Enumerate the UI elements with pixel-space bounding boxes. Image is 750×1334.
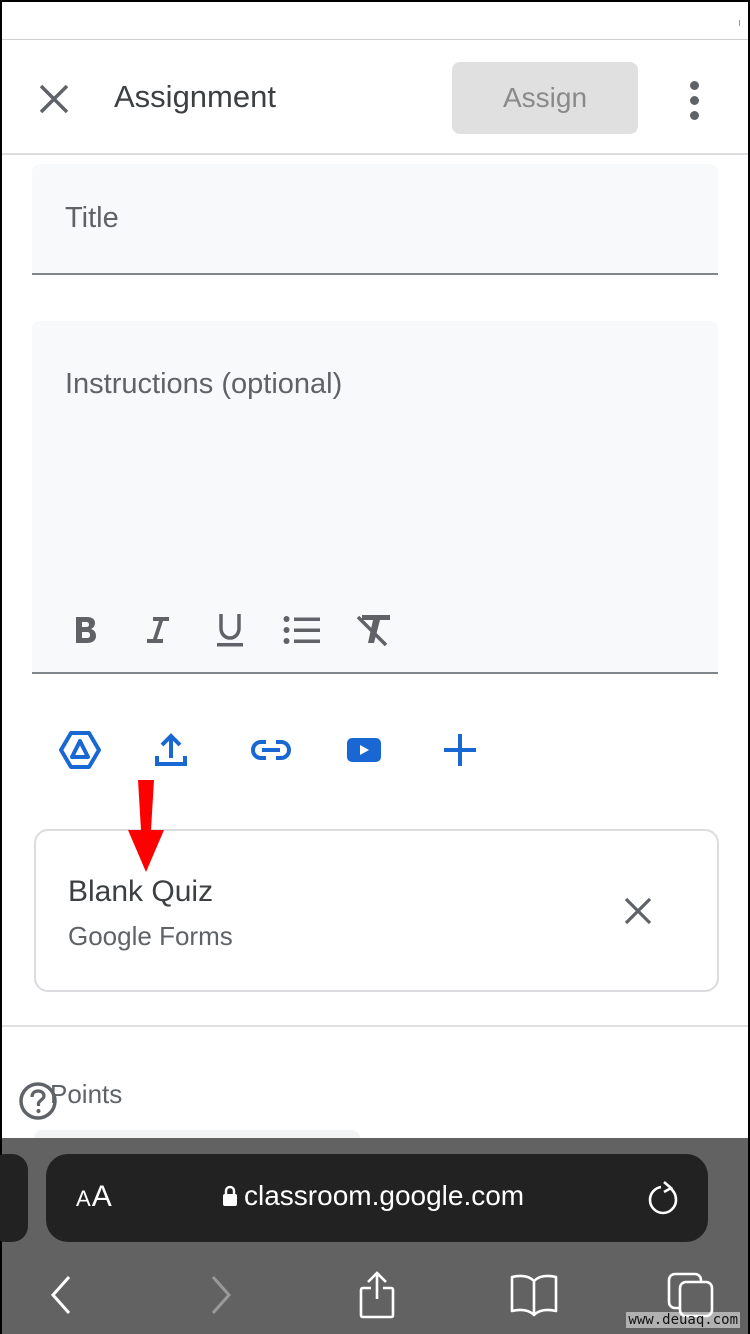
bulleted-list-icon — [283, 616, 320, 644]
share-icon — [359, 1271, 395, 1319]
title-input[interactable]: Title — [32, 164, 718, 275]
bookmarks-icon — [510, 1274, 558, 1317]
assign-button[interactable]: Assign — [452, 62, 638, 134]
create-button[interactable] — [438, 722, 534, 778]
more-vert-icon-dot — [689, 110, 699, 120]
clear-formatting-button[interactable] — [338, 606, 410, 654]
plus-icon — [444, 734, 476, 766]
google-drive-button[interactable] — [54, 722, 150, 778]
italic-icon — [147, 617, 169, 643]
text-size-large-a: A — [91, 1180, 113, 1213]
google-drive-icon — [59, 731, 101, 769]
youtube-button[interactable] — [342, 722, 438, 778]
points-label: Points — [50, 1079, 123, 1109]
italic-button[interactable] — [122, 606, 194, 654]
link-button[interactable] — [246, 722, 342, 778]
previous-tab-peek[interactable] — [0, 1154, 28, 1242]
bulleted-list-button[interactable] — [266, 606, 338, 654]
clear-formatting-icon — [356, 615, 390, 647]
status-strip — [2, 2, 748, 40]
url-text: classroom.google.com — [244, 1180, 525, 1211]
instructions-input[interactable]: Instructions (optional) — [32, 321, 718, 674]
url-display[interactable]: classroom.google.com — [222, 1180, 524, 1212]
share-button[interactable] — [352, 1270, 402, 1320]
underline-icon — [217, 614, 243, 647]
title-placeholder: Title — [65, 202, 119, 234]
attachment-type: Google Forms — [68, 921, 233, 951]
close-button[interactable] — [32, 77, 76, 121]
chevron-left-icon — [50, 1276, 71, 1314]
safari-browser-chrome: AA classroom.google.com www.deuaq.com — [0, 1138, 748, 1334]
help-icon[interactable] — [18, 1081, 58, 1121]
app-bar: Assignment Assign — [2, 41, 748, 155]
instructions-placeholder: Instructions (optional) — [65, 368, 343, 400]
underline-button[interactable] — [194, 606, 266, 654]
upload-icon — [155, 733, 187, 766]
chevron-right-icon — [211, 1276, 232, 1314]
text-size-button[interactable]: AA — [76, 1180, 113, 1214]
youtube-icon — [347, 738, 381, 762]
address-bar[interactable]: AA classroom.google.com — [46, 1154, 708, 1242]
link-icon — [250, 740, 292, 760]
bookmarks-button[interactable] — [509, 1270, 559, 1320]
page-title: Assignment — [114, 79, 276, 114]
section-divider — [2, 1025, 748, 1027]
more-vert-icon — [689, 80, 699, 90]
bold-button[interactable] — [50, 606, 122, 654]
more-options-button[interactable] — [672, 75, 716, 125]
lock-icon — [223, 1185, 237, 1206]
attachment-title: Blank Quiz — [68, 875, 214, 908]
scroll-indicator — [739, 20, 740, 26]
text-size-small-a: A — [76, 1186, 92, 1211]
bold-icon — [76, 617, 96, 643]
close-icon — [39, 84, 69, 114]
attachment-toolbar — [54, 722, 534, 778]
forward-button[interactable] — [196, 1270, 246, 1320]
reload-icon[interactable] — [644, 1178, 682, 1218]
upload-button[interactable] — [150, 722, 246, 778]
formatting-toolbar — [50, 606, 410, 654]
remove-attachment-button[interactable] — [618, 891, 658, 931]
close-icon — [624, 897, 652, 925]
annotation-arrow — [128, 780, 164, 872]
more-vert-icon-dot — [689, 95, 699, 105]
back-button[interactable] — [36, 1270, 86, 1320]
watermark: www.deuaq.com — [626, 1312, 740, 1328]
